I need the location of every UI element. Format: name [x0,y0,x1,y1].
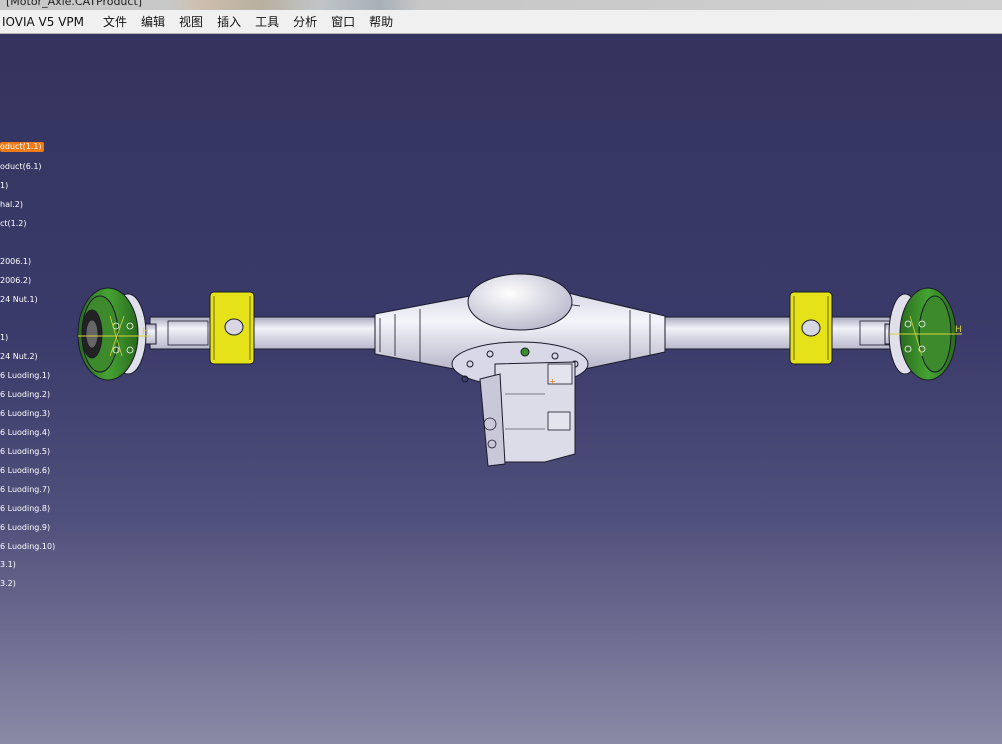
right-wheel-hub: H [888,287,962,381]
menu-analyze[interactable]: 分析 [286,13,324,30]
left-wheel-hub: H [77,287,150,381]
left-axle-tube [139,316,391,350]
window-title: [Motor_Axle.CATProduct] [6,0,143,8]
menu-tools[interactable]: 工具 [248,13,286,30]
window-title-bar: [Motor_Axle.CATProduct] [0,0,1002,10]
3d-viewport[interactable]: oduct(1.1) oduct(6.1) 1) hal.2) ct(1.2) 2006.… [0,34,1002,744]
menu-window[interactable]: 窗口 [324,13,362,30]
left-yellow-bracket [209,291,255,365]
menu-view[interactable]: 视图 [172,13,210,30]
menu-insert[interactable]: 插入 [210,13,248,30]
menu-help[interactable]: 帮助 [362,13,400,30]
right-axle-tube [639,316,904,350]
axle-assembly-model[interactable]: + H H [0,34,1002,744]
left-axis-label: H [142,327,149,337]
app-name-label: IOVIA V5 VPM [2,14,85,29]
right-axis-label: H [955,325,962,335]
svg-text:+: + [549,377,556,386]
menu-edit[interactable]: 编辑 [134,13,172,30]
menu-bar: IOVIA V5 VPM 文件 编辑 视图 插入 工具 分析 窗口 帮助 [0,10,1002,34]
right-yellow-bracket [789,291,833,365]
menu-file[interactable]: 文件 [96,13,134,30]
